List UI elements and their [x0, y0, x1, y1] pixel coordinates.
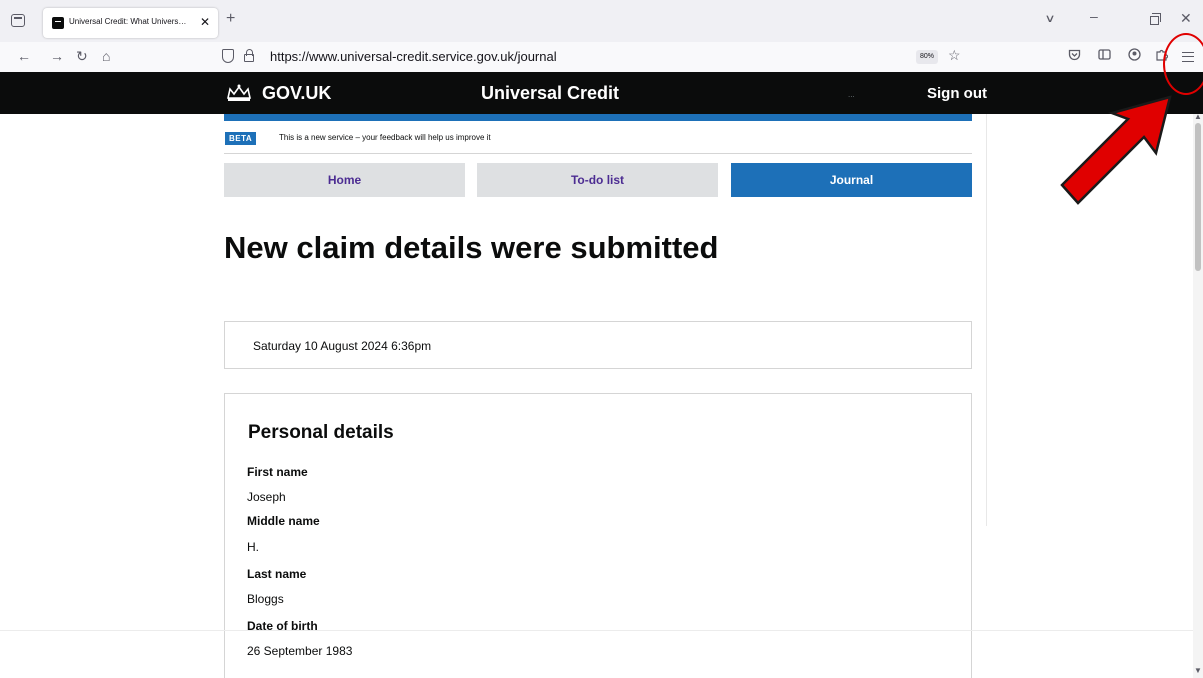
scroll-thumb[interactable] — [1195, 123, 1201, 271]
field-label-first-name: First name — [247, 465, 308, 479]
close-window-icon[interactable]: ✕ — [1180, 10, 1192, 27]
phase-banner: BETA This is a new service – your feedba… — [224, 121, 972, 154]
phase-banner-text: This is a new service – your feedback wi… — [279, 133, 491, 142]
tab-list-icon[interactable] — [11, 14, 25, 27]
vertical-scrollbar[interactable]: ▲ ▼ — [1193, 112, 1203, 678]
section-heading: Personal details — [248, 422, 394, 443]
field-value-last-name: Bloggs — [247, 592, 284, 606]
zoom-level-badge[interactable]: 80% — [916, 50, 939, 64]
address-bar[interactable]: https://www.universal-credit.service.gov… — [212, 45, 974, 69]
service-navigation: Home To-do list Journal — [224, 163, 972, 197]
tab-home[interactable]: Home — [224, 163, 465, 197]
entry-timestamp: Saturday 10 August 2024 6:36pm — [253, 339, 432, 353]
crown-icon — [227, 84, 251, 101]
govuk-logo-text[interactable]: GOV.UK — [262, 83, 331, 104]
minimize-icon[interactable]: – — [1090, 8, 1098, 24]
header-accent-bar — [224, 114, 972, 121]
browser-window: Universal Credit: What Univers… ✕ + ∨ – … — [0, 0, 1203, 678]
scroll-down-icon[interactable]: ▼ — [1194, 666, 1202, 675]
shield-icon[interactable] — [222, 49, 234, 63]
beta-tag: BETA — [225, 132, 257, 145]
personal-details-card: Personal details First name Joseph Middl… — [224, 393, 972, 678]
tab-to-do-list[interactable]: To-do list — [477, 163, 718, 197]
tab-strip: Universal Credit: What Univers… ✕ + ∨ – … — [0, 0, 1203, 42]
home-icon[interactable]: ⌂ — [102, 47, 110, 65]
back-arrow-icon[interactable]: ← — [17, 47, 31, 65]
field-label-middle-name: Middle name — [247, 514, 320, 528]
field-label-last-name: Last name — [247, 567, 307, 581]
pocket-icon[interactable] — [1068, 48, 1081, 65]
govuk-favicon-icon — [52, 17, 64, 29]
journal-entry-date-card: Saturday 10 August 2024 6:36pm — [224, 321, 972, 369]
service-name[interactable]: Universal Credit — [481, 83, 619, 104]
new-tab-icon[interactable]: + — [226, 11, 235, 27]
scroll-up-icon[interactable]: ▲ — [1194, 112, 1202, 121]
user-name: ... — [848, 90, 855, 99]
field-value-date-of-birth: 26 September 1983 — [247, 644, 353, 658]
browser-tab[interactable]: Universal Credit: What Univers… ✕ — [43, 8, 218, 38]
field-value-middle-name: H. — [247, 540, 259, 554]
navigation-toolbar: ← → ↻ ⌂ https://www.universal-credit.ser… — [0, 42, 1203, 72]
forward-arrow-icon[interactable]: → — [50, 47, 64, 65]
field-value-first-name: Joseph — [247, 490, 286, 504]
sign-out-link[interactable]: Sign out — [927, 85, 987, 102]
side-divider — [986, 114, 987, 526]
restore-icon[interactable] — [1150, 13, 1161, 25]
tab-journal[interactable]: Journal — [731, 163, 972, 197]
bottom-divider — [0, 630, 1203, 631]
govuk-header: GOV.UK Universal Credit ... Sign out — [0, 72, 1203, 114]
bookmark-star-icon[interactable]: ☆ — [948, 47, 961, 64]
url-text[interactable]: https://www.universal-credit.service.gov… — [270, 49, 557, 64]
reload-icon[interactable]: ↻ — [76, 47, 88, 65]
close-tab-icon[interactable]: ✕ — [200, 15, 210, 29]
page-viewport: GOV.UK Universal Credit ... Sign out BET… — [0, 72, 1203, 678]
sidebar-icon[interactable] — [1098, 48, 1111, 65]
annotation-arrow-icon — [1060, 95, 1172, 205]
chevron-down-icon[interactable]: ∨ — [1044, 12, 1055, 25]
lock-icon[interactable] — [244, 49, 254, 62]
tab-title: Universal Credit: What Univers… — [69, 17, 187, 26]
page-title: New claim details were submitted — [224, 230, 719, 265]
account-icon[interactable] — [1128, 48, 1141, 65]
